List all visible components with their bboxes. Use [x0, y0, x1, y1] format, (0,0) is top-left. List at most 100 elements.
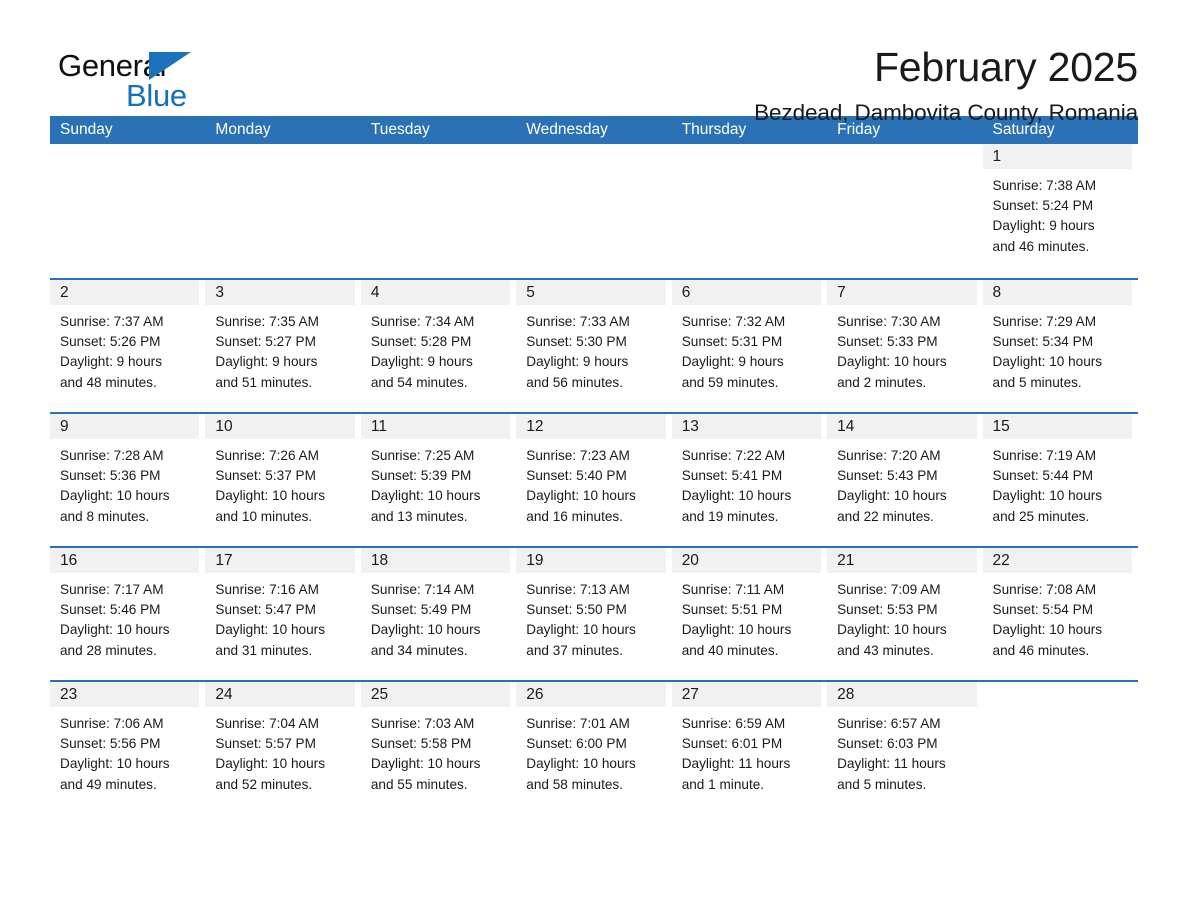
day-daylight-line: Daylight: 10 hours [992, 622, 1103, 638]
calendar-week-row: 23 Sunrise: 7:06 AM Sunset: 5:56 PM Dayligh… [50, 680, 1138, 814]
day-sunset-line: Sunset: 5:34 PM [992, 334, 1094, 350]
day-number: 1 [982, 144, 1132, 169]
calendar-day-cell[interactable]: 14 Sunrise: 7:20 AM Sunset: 5:43 PM Dayligh… [827, 414, 982, 546]
day-daylight-line: and 13 minutes. [370, 508, 468, 524]
day-sun-info: Sunrise: 7:01 AM Sunset: 6:00 PM Daylight:… [516, 707, 665, 795]
page-header: General Blue February 2025 Bezdead, Damb… [50, 0, 1138, 125]
calendar-page: General Blue February 2025 Bezdead, Damb… [0, 0, 1188, 918]
calendar-day-cell[interactable]: 8 Sunrise: 7:29 AM Sunset: 5:34 PM Daylight… [982, 280, 1138, 412]
day-sun-info: Sunrise: 7:30 AM Sunset: 5:33 PM Daylight:… [827, 305, 976, 393]
day-sun-info: Sunrise: 7:33 AM Sunset: 5:30 PM Daylight:… [516, 305, 665, 393]
day-number: 7 [827, 280, 977, 305]
calendar-day-cell[interactable]: 27 Sunrise: 6:59 AM Sunset: 6:01 PM Dayligh… [671, 682, 827, 814]
day-sunset-line: Sunset: 5:47 PM [215, 602, 316, 618]
day-sunrise-line: Sunrise: 7:29 AM [992, 314, 1097, 329]
day-sun-info: Sunrise: 7:20 AM Sunset: 5:43 PM Daylight:… [827, 439, 976, 527]
page-title: February 2025 [873, 44, 1138, 90]
calendar-day-cell[interactable]: 25 Sunrise: 7:03 AM Sunset: 5:58 PM Dayligh… [360, 682, 516, 814]
calendar-day-cell[interactable]: 18 Sunrise: 7:14 AM Sunset: 5:49 PM Dayligh… [360, 548, 516, 680]
weekday-tuesday: Tuesday [370, 121, 430, 139]
day-sunrise-line: Sunrise: 7:32 AM [681, 314, 786, 329]
calendar-day-cell[interactable]: 28 Sunrise: 6:57 AM Sunset: 6:03 PM Dayligh… [827, 682, 982, 814]
day-daylight-line: and 43 minutes. [837, 642, 934, 658]
calendar-day-cell[interactable]: 17 Sunrise: 7:16 AM Sunset: 5:47 PM Dayligh… [205, 548, 360, 680]
calendar-day-cell[interactable]: 24 Sunrise: 7:04 AM Sunset: 5:57 PM Dayligh… [205, 682, 360, 814]
calendar-day-cell[interactable]: 3 Sunrise: 7:35 AM Sunset: 5:27 PM Daylight… [205, 280, 360, 412]
calendar-day-cell[interactable]: 13 Sunrise: 7:22 AM Sunset: 5:41 PM Dayligh… [671, 414, 827, 546]
day-sun-info: Sunrise: 7:08 AM Sunset: 5:54 PM Daylight:… [983, 573, 1132, 661]
day-daylight-line: Daylight: 10 hours [526, 488, 636, 504]
day-sunrise-line: Sunrise: 7:14 AM [370, 582, 475, 597]
day-sunset-line: Sunset: 5:37 PM [215, 468, 316, 484]
day-daylight-line: and 19 minutes. [681, 508, 779, 524]
day-number: 15 [982, 414, 1132, 439]
calendar-day-cell[interactable]: 16 Sunrise: 7:17 AM Sunset: 5:46 PM Dayligh… [50, 548, 205, 680]
day-sun-info: Sunrise: 7:26 AM Sunset: 5:37 PM Daylight:… [205, 439, 354, 527]
calendar-week-row: 9 Sunrise: 7:28 AM Sunset: 5:36 PM Daylight… [50, 412, 1138, 546]
day-sunset-line: Sunset: 5:30 PM [526, 334, 627, 350]
day-sunrise-line: Sunrise: 7:20 AM [837, 448, 941, 463]
day-sunrise-line: Sunrise: 7:26 AM [215, 448, 319, 463]
calendar-day-cell[interactable]: 4 Sunrise: 7:34 AM Sunset: 5:28 PM Daylight… [360, 280, 516, 412]
day-sunset-line: Sunset: 5:31 PM [681, 334, 783, 350]
day-daylight-line: and 31 minutes. [215, 642, 313, 658]
day-daylight-line: Daylight: 10 hours [60, 756, 170, 772]
calendar-day-cell[interactable]: 10 Sunrise: 7:26 AM Sunset: 5:37 PM Dayligh… [205, 414, 360, 546]
calendar-day-cell[interactable]: 5 Sunrise: 7:33 AM Sunset: 5:30 PM Daylight… [516, 280, 671, 412]
day-daylight-line: and 22 minutes. [837, 508, 934, 524]
day-number [205, 144, 354, 169]
day-number: 18 [360, 548, 511, 573]
day-daylight-line: Daylight: 11 hours [681, 756, 791, 772]
day-sunrise-line: Sunrise: 7:06 AM [60, 716, 164, 731]
calendar-day-cell[interactable]: 19 Sunrise: 7:13 AM Sunset: 5:50 PM Dayligh… [516, 548, 671, 680]
day-sunrise-line: Sunrise: 7:25 AM [370, 448, 475, 463]
calendar-day-cell-empty [827, 144, 982, 278]
day-daylight-line: and 37 minutes. [526, 642, 623, 658]
calendar-day-cell[interactable]: 20 Sunrise: 7:11 AM Sunset: 5:51 PM Dayligh… [671, 548, 827, 680]
day-sunset-line: Sunset: 5:43 PM [837, 468, 938, 484]
calendar-day-cell-empty [361, 144, 516, 278]
day-sunset-line: Sunset: 5:58 PM [370, 736, 472, 752]
day-number: 13 [671, 414, 822, 439]
calendar-day-cell[interactable]: 26 Sunrise: 7:01 AM Sunset: 6:00 PM Dayligh… [516, 682, 671, 814]
day-daylight-line: Daylight: 10 hours [370, 756, 481, 772]
day-sun-info: Sunrise: 7:16 AM Sunset: 5:47 PM Daylight:… [205, 573, 354, 661]
day-daylight-line: and 25 minutes. [992, 508, 1090, 524]
calendar-day-cell[interactable]: 15 Sunrise: 7:19 AM Sunset: 5:44 PM Dayligh… [982, 414, 1138, 546]
day-sunset-line: Sunset: 5:49 PM [370, 602, 472, 618]
day-number [672, 144, 821, 169]
calendar-day-cell[interactable]: 22 Sunrise: 7:08 AM Sunset: 5:54 PM Dayligh… [982, 548, 1138, 680]
calendar-day-cell-empty [516, 144, 671, 278]
day-daylight-line: Daylight: 10 hours [215, 756, 325, 772]
weekday-saturday: Saturday [992, 121, 1055, 139]
day-sunrise-line: Sunrise: 7:04 AM [215, 716, 319, 731]
calendar-day-cell[interactable]: 2 Sunrise: 7:37 AM Sunset: 5:26 PM Daylight… [50, 280, 205, 412]
day-daylight-line: and 51 minutes. [215, 374, 313, 390]
calendar-week-row: 2 Sunrise: 7:37 AM Sunset: 5:26 PM Daylight… [50, 278, 1138, 412]
calendar-week-row: 16 Sunrise: 7:17 AM Sunset: 5:46 PM Dayligh… [50, 546, 1138, 680]
day-daylight-line: Daylight: 9 hours [526, 354, 629, 370]
title-block: February 2025 Bezdead, Dambovita County,… [240, 44, 1138, 126]
day-sunset-line: Sunset: 6:00 PM [526, 736, 627, 752]
calendar-day-cell[interactable]: 12 Sunrise: 7:23 AM Sunset: 5:40 PM Dayligh… [516, 414, 671, 546]
day-sun-info: Sunrise: 7:29 AM Sunset: 5:34 PM Daylight:… [983, 305, 1132, 393]
day-daylight-line: and 55 minutes. [370, 776, 468, 792]
day-daylight-line: Daylight: 10 hours [837, 488, 947, 504]
calendar-day-cell[interactable]: 1 Sunrise: 7:38 AM Sunset: 5:24 PM Daylight… [982, 144, 1138, 278]
day-sun-info: Sunrise: 7:03 AM Sunset: 5:58 PM Daylight:… [361, 707, 510, 795]
calendar-day-cell[interactable]: 11 Sunrise: 7:25 AM Sunset: 5:39 PM Dayligh… [360, 414, 516, 546]
calendar-day-cell[interactable]: 21 Sunrise: 7:09 AM Sunset: 5:53 PM Dayligh… [827, 548, 982, 680]
day-sunset-line: Sunset: 5:41 PM [681, 468, 783, 484]
day-sun-info: Sunrise: 7:17 AM Sunset: 5:46 PM Daylight:… [50, 573, 199, 661]
calendar-day-cell[interactable]: 23 Sunrise: 7:06 AM Sunset: 5:56 PM Dayligh… [50, 682, 205, 814]
weekday-wednesday: Wednesday [526, 121, 608, 139]
day-daylight-line: Daylight: 10 hours [526, 756, 636, 772]
day-daylight-line: Daylight: 10 hours [992, 488, 1103, 504]
calendar-week-row: 1 Sunrise: 7:38 AM Sunset: 5:24 PM Daylight… [50, 144, 1138, 278]
logo-triangle-icon [149, 52, 191, 80]
calendar-day-cell[interactable]: 6 Sunrise: 7:32 AM Sunset: 5:31 PM Daylight… [671, 280, 827, 412]
calendar-day-cell[interactable]: 7 Sunrise: 7:30 AM Sunset: 5:33 PM Daylight… [827, 280, 982, 412]
day-sunrise-line: Sunrise: 7:17 AM [60, 582, 164, 597]
day-sunrise-line: Sunrise: 7:19 AM [992, 448, 1097, 463]
calendar-day-cell[interactable]: 9 Sunrise: 7:28 AM Sunset: 5:36 PM Daylight… [50, 414, 205, 546]
